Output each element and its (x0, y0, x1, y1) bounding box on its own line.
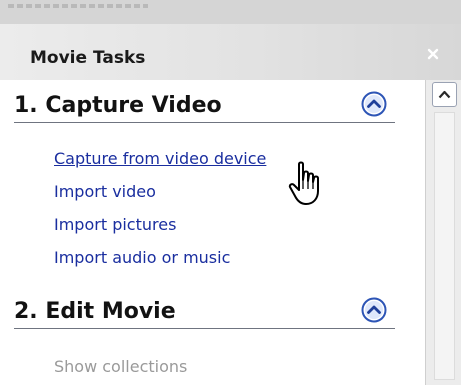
task-pane-title: Movie Tasks (30, 48, 146, 68)
close-icon (427, 48, 439, 60)
section-title-edit-movie: 2. Edit Movie (14, 299, 176, 324)
task-import-pictures[interactable]: Import pictures (54, 215, 176, 234)
vertical-scrollbar[interactable] (425, 80, 461, 385)
scroll-up-button[interactable] (432, 82, 457, 107)
task-import-video[interactable]: Import video (54, 182, 156, 201)
task-capture-from-video-device[interactable]: Capture from video device (54, 149, 266, 168)
section-header-edit-movie[interactable]: 2. Edit Movie (14, 290, 395, 329)
collapse-button-edit-movie[interactable] (361, 297, 387, 323)
chevron-up-circle-icon (361, 297, 387, 323)
grip-dots (8, 4, 148, 8)
chevron-up-circle-icon (361, 91, 387, 117)
section-title-capture-video: 1. Capture Video (14, 93, 222, 118)
task-show-collections: Show collections (54, 357, 188, 376)
task-import-audio-or-music[interactable]: Import audio or music (54, 248, 230, 267)
scroll-thumb[interactable] (434, 112, 455, 380)
collapse-button-capture-video[interactable] (361, 91, 387, 117)
arrow-up-icon (438, 90, 451, 99)
movie-tasks-window: Movie Tasks 1. Capture Video Capture fro… (0, 0, 461, 385)
hand-pointer-icon (288, 161, 319, 205)
section-header-capture-video[interactable]: 1. Capture Video (14, 84, 395, 123)
close-button[interactable] (425, 46, 441, 62)
top-toolbar-strip (0, 0, 461, 24)
